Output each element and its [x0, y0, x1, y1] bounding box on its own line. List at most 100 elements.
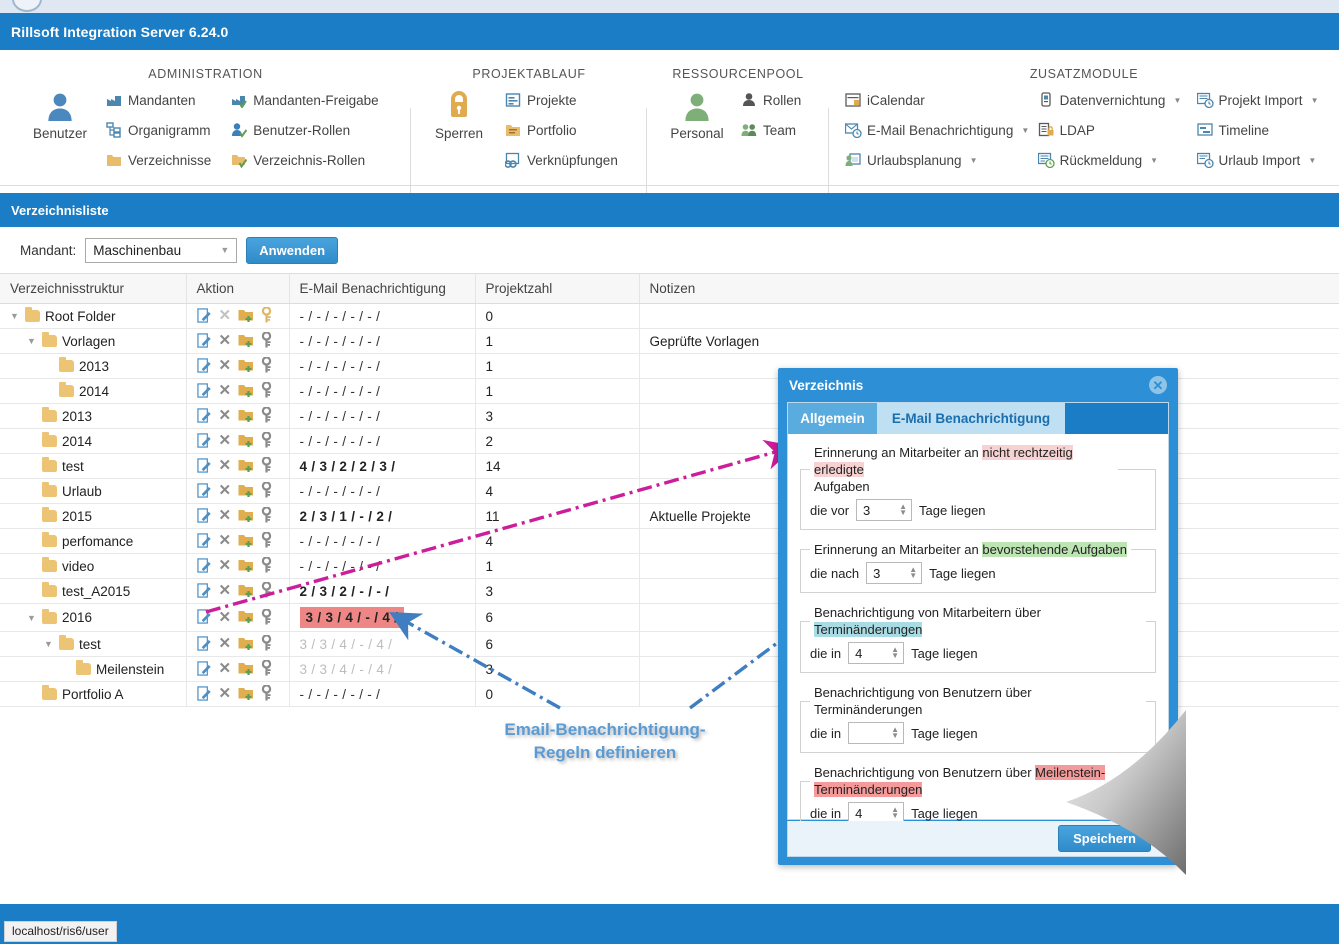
cell-verzeichnisstruktur[interactable]: ▼perfomance	[0, 528, 187, 554]
rule-days-stepper[interactable]: 4 ▲ ▼	[848, 642, 905, 664]
permissions-key-icon[interactable]	[261, 531, 272, 550]
delete-icon[interactable]: ✕	[219, 358, 232, 373]
ribbon-item-projekt-import[interactable]: Projekt Import ▼	[1195, 87, 1339, 113]
delete-icon[interactable]: ✕	[219, 333, 232, 348]
edit-icon[interactable]	[196, 482, 212, 500]
delete-icon[interactable]: ✕	[219, 686, 232, 701]
ribbon-button-sperren[interactable]: Sperren	[421, 87, 497, 141]
ribbon-item-rollen[interactable]: Rollen	[739, 87, 803, 113]
permissions-key-icon[interactable]	[261, 331, 272, 350]
edit-icon[interactable]	[196, 582, 212, 600]
edit-icon[interactable]	[196, 609, 212, 626]
ribbon-item-verzeichnisse[interactable]: Verzeichnisse	[104, 147, 213, 173]
cell-verzeichnisstruktur[interactable]: ▼ 2016	[0, 603, 187, 632]
add-folder-icon[interactable]	[238, 533, 254, 550]
column-header-verzeichnisstruktur[interactable]: Verzeichnisstruktur	[0, 273, 187, 304]
permissions-key-icon[interactable]	[261, 506, 272, 525]
cell-verzeichnisstruktur[interactable]: ▼Meilenstein	[0, 656, 187, 682]
add-folder-icon[interactable]	[238, 583, 254, 600]
add-folder-icon[interactable]	[238, 458, 254, 475]
ribbon-button-personal[interactable]: Personal	[659, 87, 735, 141]
rule-days-stepper[interactable]: 3 ▲ ▼	[866, 562, 923, 584]
apply-button[interactable]: Anwenden	[246, 236, 339, 264]
edit-icon[interactable]	[196, 660, 212, 678]
cell-verzeichnisstruktur[interactable]: ▼video	[0, 553, 187, 579]
add-folder-icon[interactable]	[238, 383, 254, 400]
permissions-key-icon[interactable]	[261, 431, 272, 450]
permissions-key-icon[interactable]	[261, 556, 272, 575]
permissions-key-icon[interactable]	[261, 634, 272, 653]
ribbon-item-mandanten[interactable]: Mandanten	[104, 87, 213, 113]
ribbon-item-ldap[interactable]: LDAP	[1036, 117, 1195, 143]
cell-verzeichnisstruktur[interactable]: ▼test_A2015	[0, 578, 187, 604]
ribbon-item-icalendar[interactable]: iCalendar	[843, 87, 1036, 113]
edit-icon[interactable]	[196, 382, 212, 400]
cell-verzeichnisstruktur[interactable]: ▼ test	[0, 631, 187, 657]
rule-days-stepper[interactable]: ▲ ▼	[848, 722, 905, 744]
delete-icon[interactable]: ✕	[219, 508, 232, 523]
ribbon-item-rueckmeldung[interactable]: Rückmeldung ▼	[1036, 147, 1195, 173]
delete-icon[interactable]: ✕	[219, 610, 232, 625]
cell-verzeichnisstruktur[interactable]: ▼Urlaub	[0, 478, 187, 504]
ribbon-item-verknuepfungen[interactable]: Verknüpfungen	[503, 147, 620, 173]
ribbon-item-projekte[interactable]: Projekte	[503, 87, 620, 113]
edit-icon[interactable]	[196, 457, 212, 475]
spinner-arrows-icon[interactable]: ▲ ▼	[891, 646, 899, 660]
ribbon-item-datenvernichtung[interactable]: Datenvernichtung ▼	[1036, 87, 1195, 113]
cell-verzeichnisstruktur[interactable]: ▼2013	[0, 353, 187, 379]
add-folder-icon[interactable]	[238, 358, 254, 375]
ribbon-item-team[interactable]: Team	[739, 117, 803, 143]
edit-icon[interactable]	[196, 432, 212, 450]
permissions-key-icon[interactable]	[261, 381, 272, 400]
add-folder-icon[interactable]	[238, 308, 254, 325]
cell-verzeichnisstruktur[interactable]: ▼ Root Folder	[0, 303, 187, 329]
column-header-aktion[interactable]: Aktion	[186, 273, 290, 304]
ribbon-item-urlaubsplanung[interactable]: Urlaubsplanung ▼	[843, 147, 1036, 173]
tree-expander-icon[interactable]: ▼	[10, 311, 20, 321]
delete-icon[interactable]: ✕	[219, 558, 232, 573]
delete-icon[interactable]: ✕	[219, 408, 232, 423]
ribbon-button-benutzer[interactable]: Benutzer	[22, 87, 98, 141]
ribbon-item-urlaub-import[interactable]: Urlaub Import ▼	[1195, 147, 1339, 173]
cell-verzeichnisstruktur[interactable]: ▼2013	[0, 403, 187, 429]
add-folder-icon[interactable]	[238, 661, 254, 678]
table-row[interactable]: ▼ Vorlagen ✕ - / - / - / - / - / 1 Geprüfte V…	[0, 328, 1339, 354]
cell-verzeichnisstruktur[interactable]: ▼2014	[0, 378, 187, 404]
add-folder-icon[interactable]	[238, 636, 254, 653]
edit-icon[interactable]	[196, 307, 212, 325]
column-header-notizen[interactable]: Notizen	[639, 273, 1339, 304]
chevron-down-icon[interactable]: ▼	[1308, 156, 1316, 165]
column-header-email[interactable]: E-Mail Benachrichtigung	[289, 273, 476, 304]
ribbon-item-benutzer-rollen[interactable]: Benutzer-Rollen	[229, 117, 380, 143]
cell-verzeichnisstruktur[interactable]: ▼2015	[0, 503, 187, 529]
save-button[interactable]: Speichern	[1058, 825, 1151, 852]
permissions-key-icon[interactable]	[261, 684, 272, 703]
add-folder-icon[interactable]	[238, 408, 254, 425]
ribbon-item-verzeichnis-rollen[interactable]: Verzeichnis-Rollen	[229, 147, 380, 173]
edit-icon[interactable]	[196, 407, 212, 425]
spinner-arrows-icon[interactable]: ▲ ▼	[899, 503, 907, 517]
chevron-down-icon[interactable]: ▼	[970, 156, 978, 165]
permissions-key-icon[interactable]	[261, 581, 272, 600]
add-folder-icon[interactable]	[238, 333, 254, 350]
chevron-down-icon[interactable]: ▼	[1173, 96, 1181, 105]
edit-icon[interactable]	[196, 532, 212, 550]
chevron-down-icon[interactable]: ▼	[1021, 126, 1029, 135]
add-folder-icon[interactable]	[238, 433, 254, 450]
delete-icon[interactable]: ✕	[219, 383, 232, 398]
permissions-key-icon[interactable]	[261, 481, 272, 500]
table-row[interactable]: ▼ Root Folder ✕ - / - / - / - / - / 0	[0, 303, 1339, 329]
permissions-key-icon[interactable]	[261, 306, 272, 325]
edit-icon[interactable]	[196, 635, 212, 653]
spinner-arrows-icon[interactable]: ▲ ▼	[891, 726, 899, 740]
ribbon-item-email-benachrichtigung[interactable]: E-Mail Benachrichtigung ▼	[843, 117, 1036, 143]
edit-icon[interactable]	[196, 685, 212, 703]
delete-icon[interactable]: ✕	[219, 533, 232, 548]
cell-verzeichnisstruktur[interactable]: ▼ Vorlagen	[0, 328, 187, 354]
add-folder-icon[interactable]	[238, 609, 254, 626]
close-icon[interactable]: ✕	[1149, 376, 1167, 394]
edit-icon[interactable]	[196, 357, 212, 375]
delete-icon[interactable]: ✕	[219, 583, 232, 598]
column-header-projektzahl[interactable]: Projektzahl	[475, 273, 640, 304]
ribbon-item-timeline[interactable]: Timeline	[1195, 117, 1339, 143]
